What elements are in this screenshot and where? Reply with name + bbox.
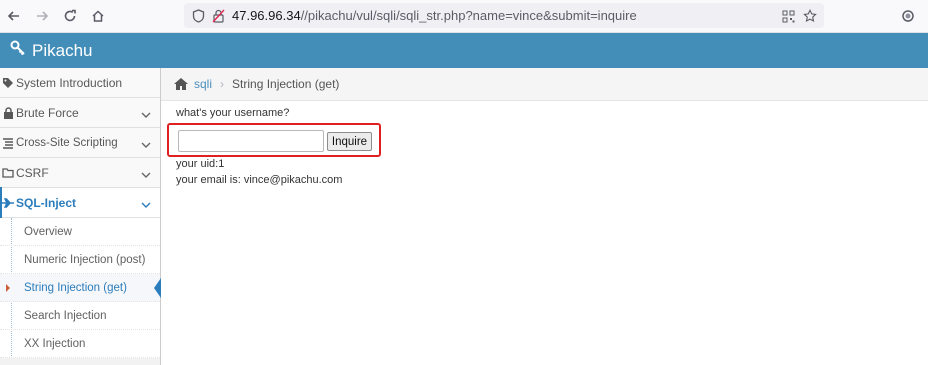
key-icon [10, 40, 26, 61]
chevron-down-icon [141, 108, 151, 122]
breadcrumb-separator-icon: › [220, 77, 225, 91]
sidebar-item-label: SQL-Inject [16, 195, 77, 210]
tag-icon [2, 77, 14, 89]
qr-code-icon[interactable] [780, 8, 796, 24]
insecure-lock-icon[interactable] [210, 8, 226, 24]
browser-toolbar: 47.96.96.34//pikachu/vul/sqli/sqli_str.p… [0, 0, 928, 33]
username-prompt: what's your username? [176, 107, 290, 119]
submenu-item-label: Numeric Injection (post) [24, 253, 146, 266]
submenu-item-string-injection[interactable]: String Injection (get) [0, 274, 161, 302]
active-pointer-icon [154, 278, 161, 298]
breadcrumb-link-sqli[interactable]: sqli [194, 77, 212, 91]
sidebar-item-label: CSRF [16, 165, 49, 180]
breadcrumb: sqli › String Injection (get) [161, 68, 928, 101]
submenu-item-search-injection[interactable]: Search Injection [0, 302, 160, 330]
breadcrumb-current: String Injection (get) [232, 77, 340, 91]
submenu-item-label: String Injection (get) [24, 281, 127, 294]
extension-icon[interactable] [898, 6, 918, 26]
chevron-down-icon [141, 138, 151, 152]
sidebar-item-cross-site-scripting[interactable]: Cross-Site Scripting [0, 128, 160, 158]
back-icon[interactable] [4, 6, 24, 26]
inquire-button[interactable]: Inquire [327, 132, 372, 151]
url-path: //pikachu/vul/sqli/sqli_str.php?name=vin… [300, 8, 637, 23]
shield-icon[interactable] [190, 8, 206, 24]
lock-icon [2, 106, 14, 119]
chevron-down-icon [141, 198, 151, 212]
caret-right-icon [6, 284, 10, 292]
sidebar-item-sql-inject[interactable]: SQL-Inject [0, 187, 160, 218]
home-icon[interactable] [174, 78, 188, 90]
sidebar-item-csrf[interactable]: CSRF [0, 158, 160, 188]
app-header: Pikachu [0, 33, 928, 68]
url-host: 47.96.96.34 [232, 8, 301, 23]
brand-title: Pikachu [32, 40, 93, 60]
result-uid: your uid:1 [176, 158, 225, 170]
folder-icon [2, 167, 14, 179]
sidebar-item-label: System Introduction [16, 75, 123, 90]
submenu-item-overview[interactable]: Overview [0, 218, 160, 246]
home-icon[interactable] [88, 6, 108, 26]
submenu-item-numeric-injection[interactable]: Numeric Injection (post) [0, 246, 160, 274]
sidebar: System Introduction Brute Force Cross-Si… [0, 68, 161, 365]
address-bar[interactable]: 47.96.96.34//pikachu/vul/sqli/sqli_str.p… [184, 3, 824, 28]
submenu-item-label: Overview [24, 225, 72, 238]
url-text: 47.96.96.34//pikachu/vul/sqli/sqli_str.p… [232, 8, 637, 23]
sidebar-item-system-introduction[interactable]: System Introduction [0, 68, 160, 98]
submenu-item-label: Search Injection [24, 309, 107, 322]
submenu-item-xx-injection[interactable]: XX Injection [0, 330, 160, 358]
bookmark-star-icon[interactable] [802, 8, 818, 24]
list-icon [2, 137, 14, 149]
sidebar-item-label: Cross-Site Scripting [16, 136, 118, 149]
sidebar-item-label: Brute Force [16, 105, 79, 120]
sql-inject-submenu: Overview Numeric Injection (post) String… [0, 218, 161, 358]
reload-icon[interactable] [60, 6, 80, 26]
sidebar-item-brute-force[interactable]: Brute Force [0, 98, 160, 128]
submenu-item-label: XX Injection [24, 337, 86, 350]
query-form-highlight: Inquire [167, 123, 381, 157]
username-input[interactable] [178, 130, 324, 152]
plane-icon [2, 197, 14, 209]
chevron-down-icon [141, 168, 151, 182]
brand[interactable]: Pikachu [10, 40, 92, 61]
result-email: your email is: vince@pikachu.com [176, 174, 343, 186]
forward-icon[interactable] [32, 6, 52, 26]
